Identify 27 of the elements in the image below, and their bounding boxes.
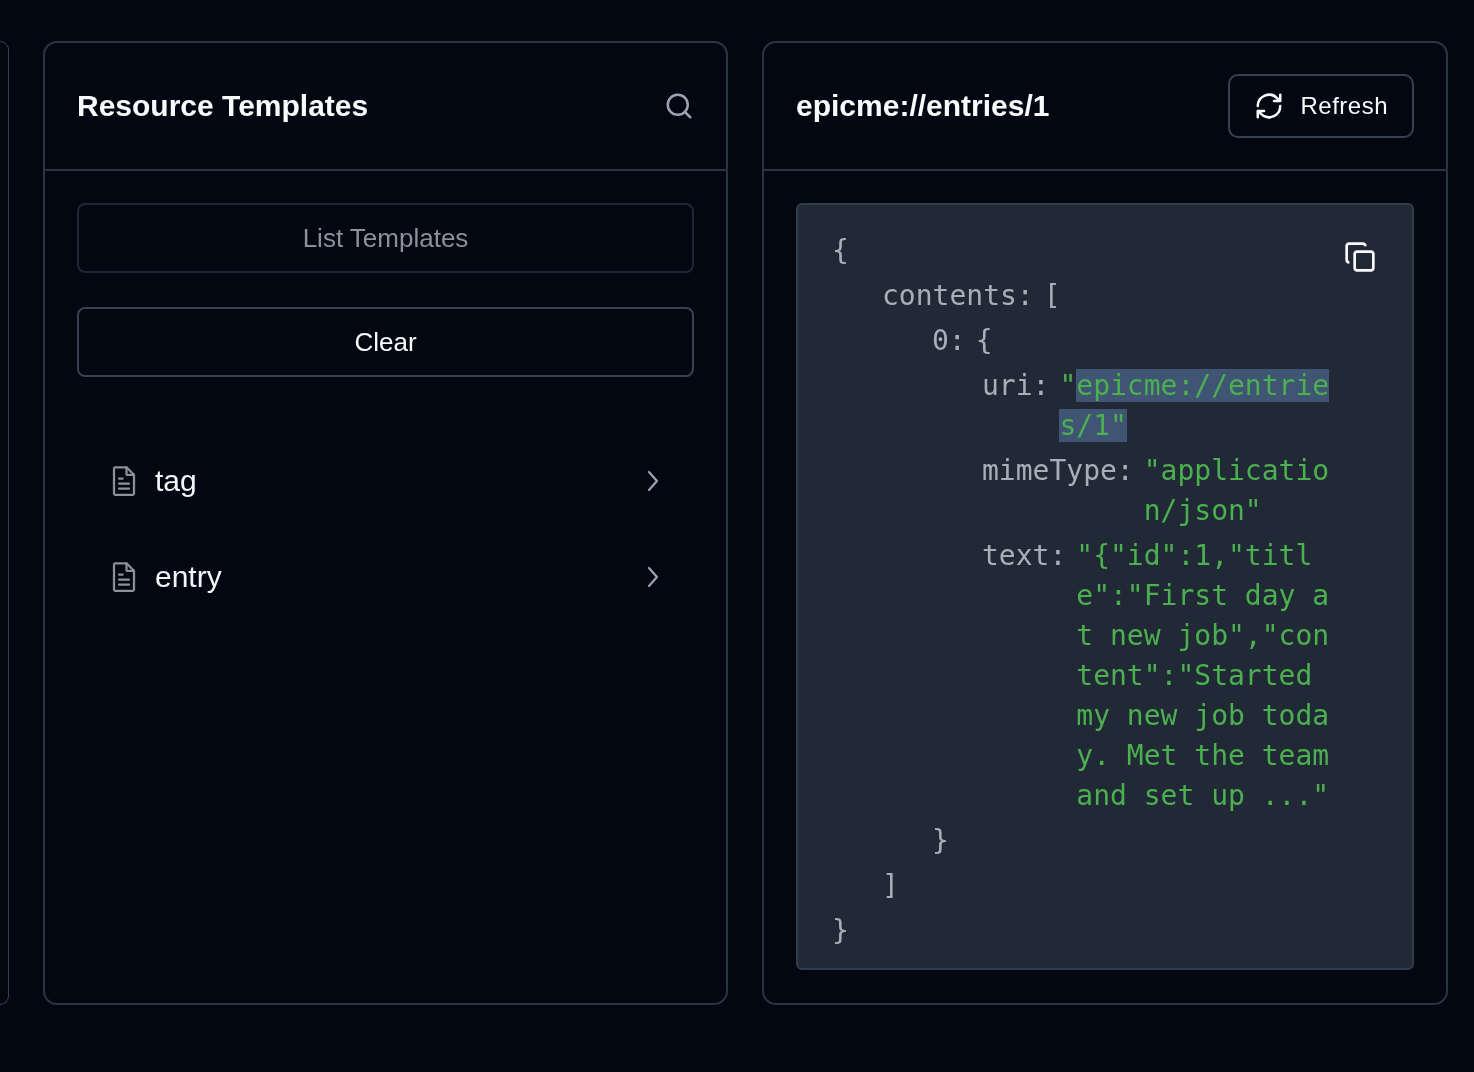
json-key: 0: xyxy=(932,321,976,361)
json-bracket: } xyxy=(932,824,949,857)
json-value: "epicme://entries/1" xyxy=(1059,368,1331,444)
template-item[interactable]: tag xyxy=(77,433,694,529)
document-icon xyxy=(111,562,137,592)
json-key: contents: xyxy=(882,276,1044,316)
json-key: uri: xyxy=(982,366,1060,446)
refresh-button[interactable]: Refresh xyxy=(1228,74,1414,138)
json-bracket: ] xyxy=(882,869,899,902)
json-key: mimeType: xyxy=(982,451,1144,531)
json-value: "{"id":1,"title":"First day at new job","content":"Started my new job today. Met the team and set up ..." xyxy=(1076,538,1331,814)
json-key: text: xyxy=(982,536,1077,816)
refresh-icon xyxy=(1254,91,1285,121)
chevron-right-icon xyxy=(646,469,660,493)
json-bracket: { xyxy=(832,233,850,269)
copy-icon[interactable] xyxy=(1344,241,1376,273)
template-item[interactable]: entry xyxy=(77,529,694,625)
clear-button[interactable]: Clear xyxy=(77,307,694,377)
json-bracket: { xyxy=(975,323,994,359)
resource-title: epicme://entries/1 xyxy=(796,89,1050,123)
json-bracket: [ xyxy=(1043,278,1062,314)
json-bracket: } xyxy=(832,914,849,947)
json-value: "application/json" xyxy=(1143,453,1331,529)
chevron-right-icon xyxy=(646,565,660,589)
document-icon xyxy=(111,466,137,496)
search-icon[interactable] xyxy=(664,91,694,121)
panel-title: Resource Templates xyxy=(77,89,369,123)
